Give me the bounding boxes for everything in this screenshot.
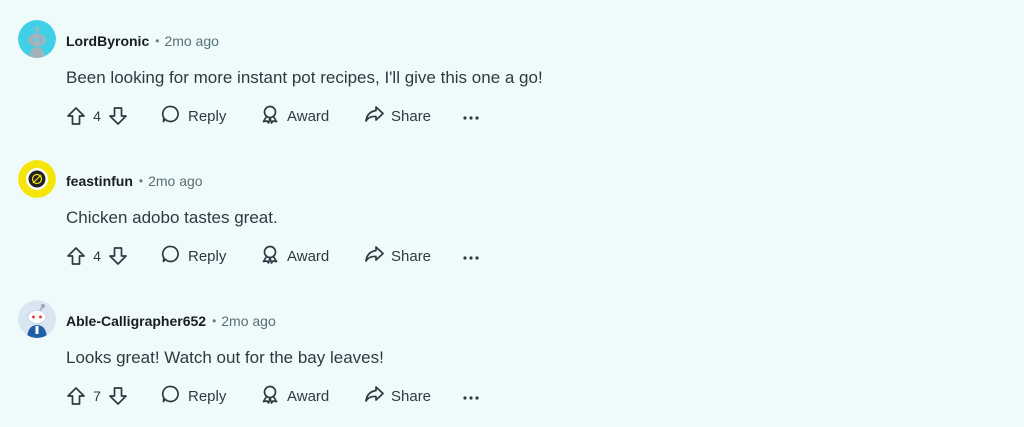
username[interactable]: Able-Calligrapher652 [66,313,206,329]
comment-meta: feastinfun • 2mo ago [66,171,203,191]
separator-dot: • [155,34,160,48]
award-button[interactable]: Award [260,244,329,268]
speech-bubble-icon [161,244,181,268]
upvote-arrow-icon[interactable] [66,106,86,126]
comment-body: Looks great! Watch out for the bay leave… [66,348,384,367]
avatar[interactable] [18,300,56,338]
more-dots-icon [463,108,479,125]
reply-label: Reply [188,387,227,405]
downvote-arrow-icon[interactable] [108,106,128,126]
vote-count: 4 [93,248,101,264]
reply-label: Reply [188,247,227,265]
share-label: Share [391,247,432,265]
feastinfun-logo-icon [18,160,56,198]
reply-label: Reply [188,107,227,125]
award-label: Award [287,107,330,125]
username[interactable]: feastinfun [66,173,133,189]
timestamp[interactable]: 2mo ago [148,173,202,189]
award-button[interactable]: Award [260,384,329,408]
share-arrow-icon [364,384,384,408]
share-button[interactable]: Share [364,244,431,268]
comment: feastinfun • 2mo ago Chicken adobo taste… [0,140,1024,280]
share-label: Share [391,387,432,405]
downvote-arrow-icon[interactable] [108,246,128,266]
comment-body: Chicken adobo tastes great. [66,208,278,227]
comment: LordByronic • 2mo ago Been looking for m… [0,0,1024,140]
vote-control: 4 [66,246,128,266]
award-label: Award [287,247,330,265]
comment-body: Been looking for more instant pot recipe… [66,68,543,87]
vote-control: 4 [66,106,128,126]
award-label: Award [287,387,330,405]
award-button[interactable]: Award [260,104,329,128]
more-dots-icon [463,248,479,265]
comment-meta: LordByronic • 2mo ago [66,31,219,51]
reply-button[interactable]: Reply [161,104,226,128]
upvote-arrow-icon[interactable] [66,246,86,266]
comment-thread: LordByronic • 2mo ago Been looking for m… [0,0,1024,427]
award-ribbon-icon [260,104,280,128]
more-options-button[interactable] [463,108,479,125]
share-label: Share [391,107,432,125]
more-options-button[interactable] [463,388,479,405]
more-dots-icon [463,388,479,405]
comment-actions: 7 Reply Award Share [66,384,479,408]
username[interactable]: LordByronic [66,33,149,49]
downvote-arrow-icon[interactable] [108,386,128,406]
share-arrow-icon [364,244,384,268]
avatar[interactable] [18,20,56,58]
speech-bubble-icon [161,104,181,128]
reply-button[interactable]: Reply [161,244,226,268]
snoo-avatar-icon [18,300,56,338]
snoo-avatar-icon [18,20,56,58]
award-ribbon-icon [260,244,280,268]
comment: Able-Calligrapher652 • 2mo ago Looks gre… [0,280,1024,420]
share-arrow-icon [364,104,384,128]
separator-dot: • [138,174,144,188]
separator-dot: • [212,314,217,328]
speech-bubble-icon [161,384,181,408]
timestamp[interactable]: 2mo ago [164,33,218,49]
upvote-arrow-icon[interactable] [66,386,86,406]
reply-button[interactable]: Reply [161,384,226,408]
comment-actions: 4 Reply Award Share [66,104,479,128]
share-button[interactable]: Share [364,384,431,408]
vote-count: 7 [93,388,101,404]
share-button[interactable]: Share [364,104,431,128]
comment-meta: Able-Calligrapher652 • 2mo ago [66,311,276,331]
vote-count: 4 [93,108,101,124]
comment-actions: 4 Reply Award Share [66,244,479,268]
timestamp[interactable]: 2mo ago [221,313,275,329]
vote-control: 7 [66,386,128,406]
more-options-button[interactable] [463,248,479,265]
award-ribbon-icon [260,384,280,408]
avatar[interactable] [18,160,56,198]
